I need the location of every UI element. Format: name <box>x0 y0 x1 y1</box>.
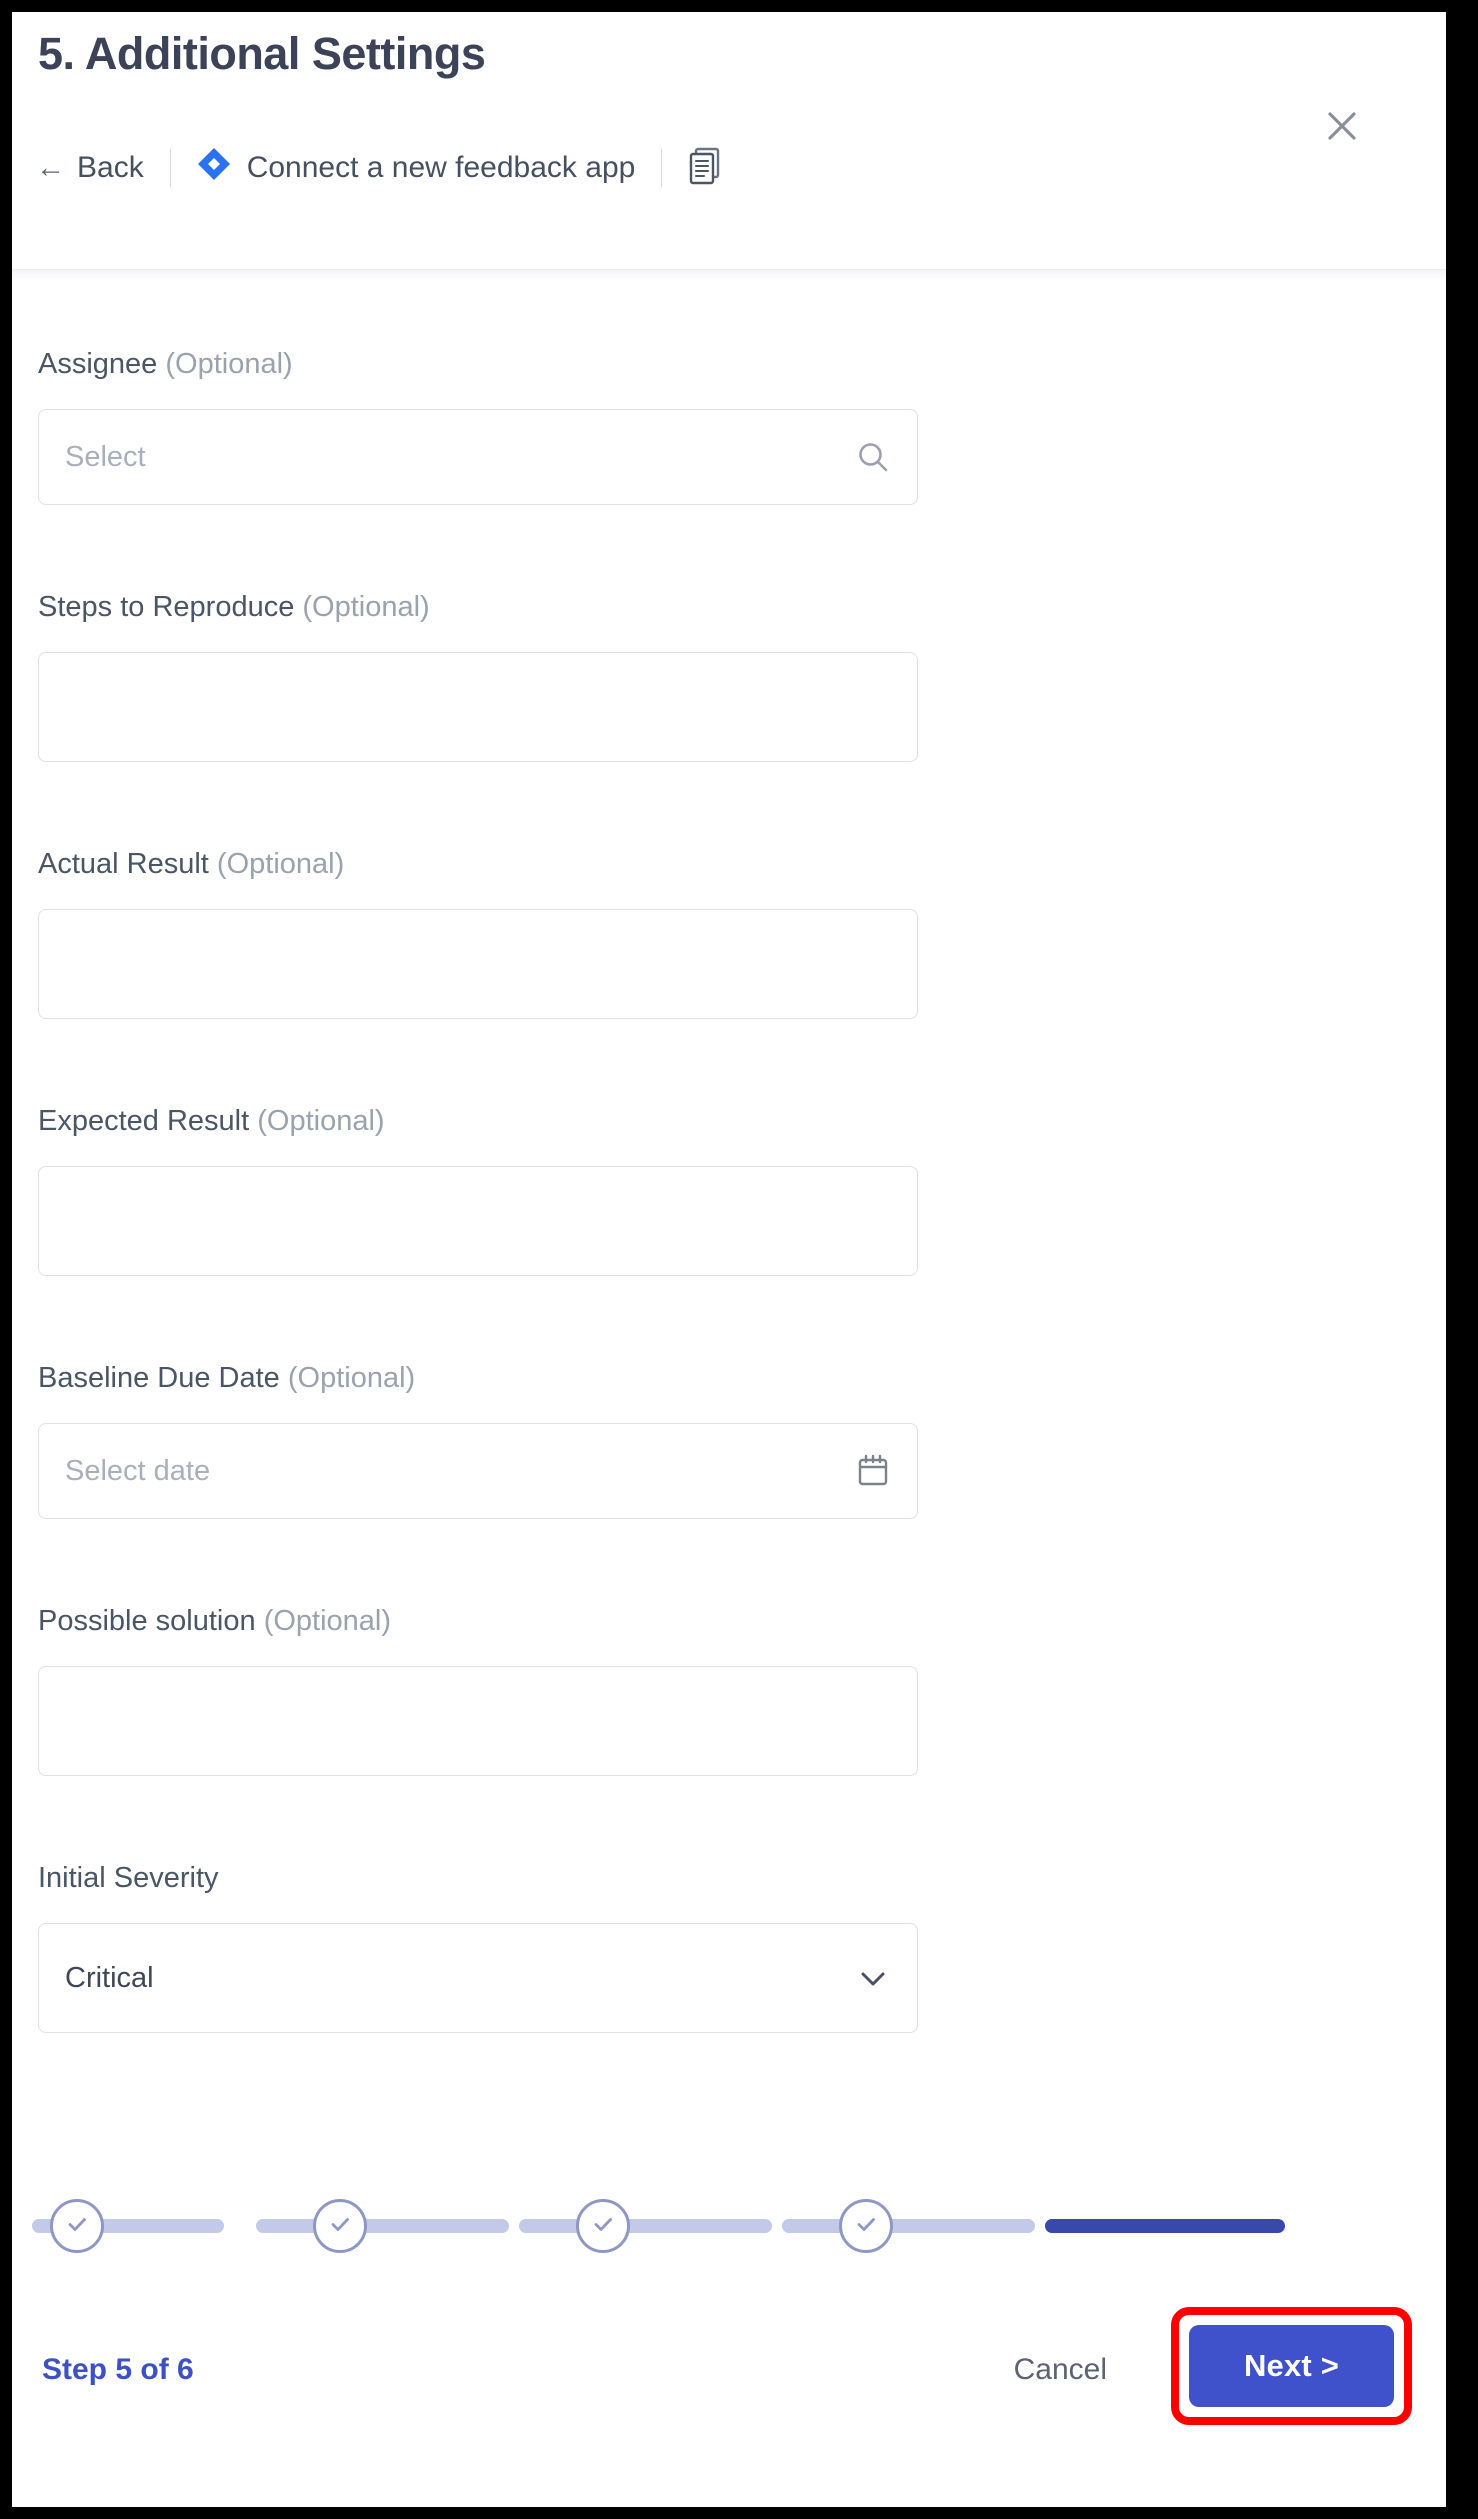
field-expected-result: Expected Result (Optional) <box>38 1105 1420 1276</box>
label-text: Possible solution <box>38 1605 256 1637</box>
label-text: Steps to Reproduce <box>38 591 295 623</box>
field-possible-solution: Possible solution (Optional) <box>38 1605 1420 1776</box>
next-button[interactable]: Next > <box>1189 2325 1394 2407</box>
body-top-shadow <box>12 270 1446 282</box>
dialog-header: 5. Additional Settings ← Back Connect a … <box>12 12 1446 270</box>
field-initial-severity: Initial Severity Critical <box>38 1862 1420 2033</box>
chevron-down-icon[interactable] <box>855 1960 891 1996</box>
step-bar-3 <box>519 2219 772 2233</box>
breadcrumb: ← Back Connect a new feedback app <box>36 140 722 196</box>
field-label-baseline-due-date: Baseline Due Date (Optional) <box>38 1362 1420 1395</box>
check-icon <box>590 2211 616 2242</box>
check-icon <box>853 2211 879 2242</box>
initial-severity-dropdown[interactable]: Critical <box>38 1923 918 2033</box>
field-label-actual-result: Actual Result (Optional) <box>38 848 1420 881</box>
back-label: Back <box>77 151 144 184</box>
field-label-assignee: Assignee (Optional) <box>38 348 1420 381</box>
assignee-input[interactable]: Select <box>38 409 918 505</box>
search-icon[interactable] <box>855 439 891 475</box>
dialog-footer: Step 5 of 6 Cancel Next > <box>12 2283 1446 2505</box>
connect-feedback-app-link[interactable]: Connect a new feedback app <box>197 147 636 189</box>
label-text: Baseline Due Date <box>38 1362 280 1394</box>
assignee-placeholder: Select <box>65 440 146 473</box>
label-text: Actual Result <box>38 848 209 880</box>
baseline-due-date-placeholder: Select date <box>65 1454 211 1487</box>
connect-feedback-app-label: Connect a new feedback app <box>246 151 636 184</box>
back-arrow-icon: ← <box>36 151 65 184</box>
page-title: 5. Additional Settings <box>38 28 486 79</box>
field-baseline-due-date: Baseline Due Date (Optional) Select date <box>38 1362 1420 1519</box>
back-button[interactable]: ← Back <box>36 151 144 185</box>
step-node-2[interactable] <box>313 2199 367 2253</box>
close-icon <box>1322 106 1362 146</box>
steps-to-reproduce-input[interactable] <box>38 652 918 762</box>
step-counter: Step 5 of 6 <box>42 2353 194 2386</box>
step-node-3[interactable] <box>576 2199 630 2253</box>
close-button[interactable] <box>1316 100 1368 152</box>
next-button-wrapper: Next > <box>1171 2307 1412 2425</box>
step-bar-5-active <box>1045 2219 1285 2233</box>
optional-tag: (Optional) <box>216 848 345 880</box>
cancel-button[interactable]: Cancel <box>1014 2353 1107 2387</box>
field-label-initial-severity: Initial Severity <box>38 1862 1420 1895</box>
step-node-4[interactable] <box>839 2199 893 2253</box>
step-bar-4 <box>782 2219 1035 2233</box>
step-node-1[interactable] <box>50 2199 104 2253</box>
actual-result-input[interactable] <box>38 909 918 1019</box>
expected-result-input[interactable] <box>38 1166 918 1276</box>
breadcrumb-divider-2 <box>661 149 663 187</box>
dialog-body: Assignee (Optional) Select Steps to Repr… <box>12 270 1446 2283</box>
optional-tag: (Optional) <box>165 348 293 380</box>
documents-icon <box>688 147 722 190</box>
label-text: Initial Severity <box>38 1862 219 1894</box>
baseline-due-date-input[interactable]: Select date <box>38 1423 918 1519</box>
label-text: Expected Result <box>38 1105 250 1137</box>
check-icon <box>64 2211 90 2242</box>
field-steps-to-reproduce: Steps to Reproduce (Optional) <box>38 591 1420 762</box>
field-label-expected-result: Expected Result (Optional) <box>38 1105 1420 1138</box>
documents-button[interactable] <box>688 147 722 190</box>
optional-tag: (Optional) <box>257 1105 385 1137</box>
optional-tag: (Optional) <box>263 1605 392 1637</box>
label-text: Assignee <box>38 348 158 380</box>
field-assignee: Assignee (Optional) Select <box>38 348 1420 505</box>
jira-diamond-icon <box>197 147 231 189</box>
optional-tag: (Optional) <box>287 1362 416 1394</box>
progress-stepper <box>12 2187 1446 2283</box>
check-icon <box>327 2211 353 2242</box>
field-actual-result: Actual Result (Optional) <box>38 848 1420 1019</box>
calendar-icon[interactable] <box>855 1453 891 1489</box>
initial-severity-value: Critical <box>65 1961 154 1994</box>
field-label-steps-to-reproduce: Steps to Reproduce (Optional) <box>38 591 1420 624</box>
possible-solution-input[interactable] <box>38 1666 918 1776</box>
breadcrumb-divider <box>169 149 171 187</box>
optional-tag: (Optional) <box>302 591 430 623</box>
field-label-possible-solution: Possible solution (Optional) <box>38 1605 1420 1638</box>
dialog-frame: 5. Additional Settings ← Back Connect a … <box>12 12 1446 2507</box>
step-bar-2 <box>256 2219 509 2233</box>
